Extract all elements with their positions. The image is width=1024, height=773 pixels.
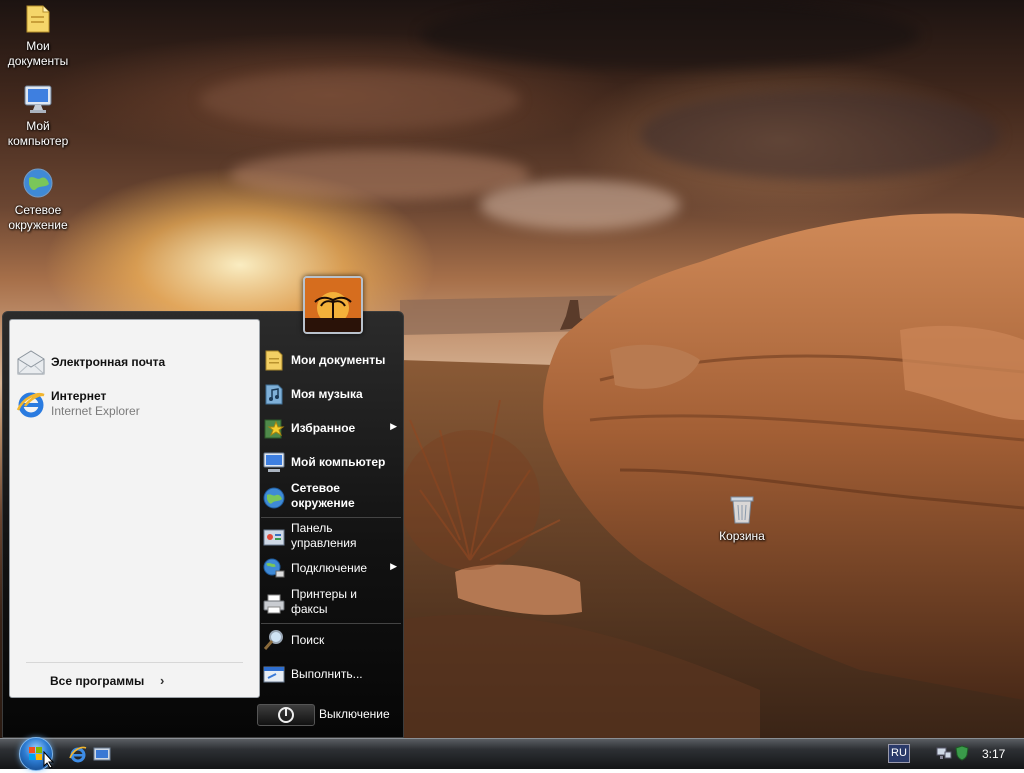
- system-tray: RU 3:17: [888, 743, 1024, 765]
- search-icon: [262, 628, 286, 652]
- network-globe-icon: [262, 486, 286, 510]
- favorites-star-icon: [262, 416, 286, 440]
- start-item-label: Мой компьютер: [291, 455, 386, 469]
- start-button[interactable]: [13, 737, 59, 771]
- mouse-cursor-icon: [43, 751, 55, 769]
- start-item-printers[interactable]: Принтеры и факсы: [261, 586, 399, 622]
- all-programs-button[interactable]: Все программы ›: [50, 673, 164, 688]
- start-item-favorites[interactable]: Избранное ▶: [261, 412, 399, 444]
- submenu-arrow-icon: ▶: [390, 421, 397, 431]
- folder-icon: [21, 2, 55, 36]
- control-panel-icon: [262, 525, 286, 549]
- mail-icon: [15, 347, 47, 379]
- desktop-icon-network[interactable]: Сетевое окружение: [0, 166, 76, 233]
- desktop-icon-label: Мои документы: [7, 39, 69, 68]
- internet-explorer-icon: [69, 746, 87, 763]
- computer-icon: [262, 450, 286, 474]
- desktop-icon-recycle-bin[interactable]: Корзина: [704, 492, 780, 544]
- pinned-item-subtitle: Internet Explorer: [51, 404, 140, 418]
- internet-explorer-icon: [15, 388, 47, 420]
- show-desktop-icon: [93, 747, 111, 761]
- connect-icon: [262, 556, 286, 580]
- start-item-my-music[interactable]: Моя музыка: [261, 378, 399, 410]
- network-status-icon[interactable]: [936, 745, 952, 761]
- taskbar: RU 3:17: [0, 737, 1024, 771]
- start-item-label: Сетевое окружение: [291, 481, 355, 510]
- shutdown-button[interactable]: [257, 704, 315, 726]
- desktop-icon-my-computer[interactable]: Мой компьютер: [0, 82, 76, 149]
- clock[interactable]: 3:17: [982, 747, 1005, 761]
- submenu-arrow-icon: ▶: [390, 561, 397, 571]
- start-item-label: Подключение: [291, 561, 368, 575]
- start-item-label: Моя музыка: [291, 387, 363, 401]
- start-item-connect[interactable]: Подключение ▶: [261, 552, 399, 584]
- desktop-icon-label: Мой компьютер: [7, 119, 69, 148]
- all-programs-separator: [26, 662, 243, 663]
- start-item-label: Выполнить...: [291, 667, 363, 681]
- start-item-label: Избранное: [291, 421, 356, 435]
- recycle-bin-icon: [725, 492, 759, 526]
- quicklaunch-show-desktop[interactable]: [92, 744, 112, 764]
- desktop-icon-label: Корзина: [719, 529, 765, 543]
- language-indicator[interactable]: RU: [888, 744, 910, 763]
- desktop-icon-label: Сетевое окружение: [8, 203, 68, 232]
- pinned-item-title: Интернет: [51, 389, 107, 403]
- start-item-control-panel[interactable]: Панель управления: [261, 520, 399, 554]
- start-item-label: Мои документы: [291, 353, 386, 367]
- pinned-item-email[interactable]: Электронная почта: [14, 346, 254, 380]
- quicklaunch-internet-explorer[interactable]: [68, 744, 88, 764]
- desktop-icon-my-documents[interactable]: Мои документы: [0, 2, 76, 69]
- computer-icon: [21, 82, 55, 116]
- start-item-my-documents[interactable]: Мои документы: [261, 344, 399, 376]
- start-item-label: Панель управления: [291, 521, 357, 550]
- chevron-right-icon: ›: [160, 673, 165, 688]
- security-shield-icon[interactable]: [954, 745, 970, 761]
- start-menu: Электронная почта Интернет Internet Expl…: [2, 311, 404, 738]
- shutdown-label[interactable]: Выключение: [319, 707, 390, 721]
- documents-icon: [262, 348, 286, 372]
- music-icon: [262, 382, 286, 406]
- run-icon: [262, 662, 286, 686]
- user-picture[interactable]: [303, 276, 363, 334]
- pinned-item-title: Электронная почта: [51, 355, 166, 369]
- start-item-label: Принтеры и факсы: [291, 587, 357, 616]
- start-item-run[interactable]: Выполнить...: [261, 658, 399, 690]
- printer-icon: [262, 592, 286, 616]
- start-item-label: Поиск: [291, 633, 325, 647]
- start-item-network[interactable]: Сетевое окружение: [261, 480, 399, 516]
- start-item-search[interactable]: Поиск: [261, 624, 399, 656]
- pinned-item-internet[interactable]: Интернет Internet Explorer: [14, 387, 254, 421]
- start-item-my-computer[interactable]: Мой компьютер: [261, 446, 399, 478]
- all-programs-label: Все программы: [50, 674, 145, 688]
- network-globe-icon: [21, 166, 55, 200]
- start-menu-separator: [261, 517, 401, 518]
- start-menu-pinned-panel: Электронная почта Интернет Internet Expl…: [9, 319, 260, 698]
